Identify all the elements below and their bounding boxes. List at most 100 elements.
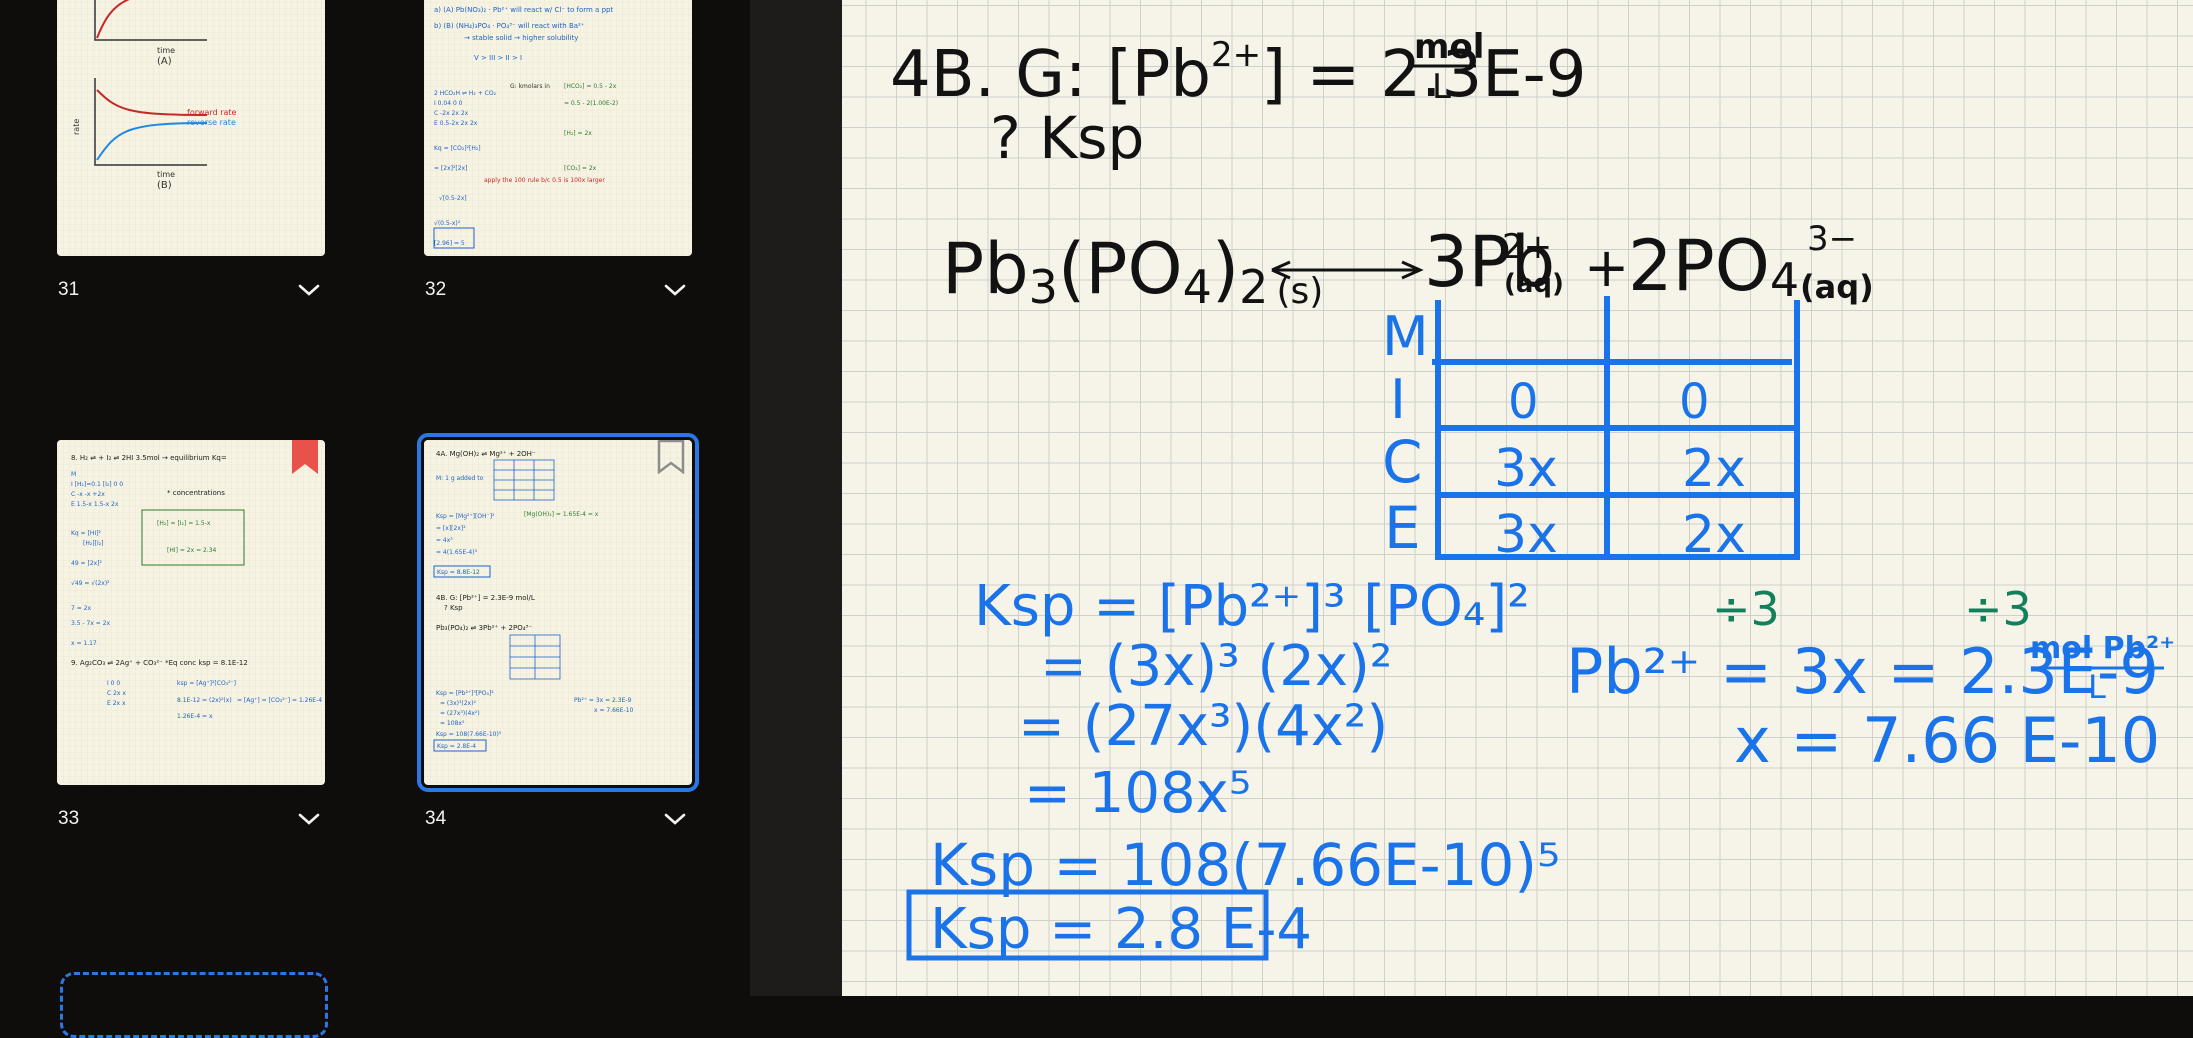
svg-text:E 1.5-x 1.5-x 2x: E 1.5-x 1.5-x 2x [71,501,119,508]
ice-row-label-e: E [1384,494,1421,562]
svg-text:Ksp = 8.8E-12: Ksp = 8.8E-12 [437,569,480,576]
x-value: x = 7.66 E-10 [1734,704,2160,777]
ksp-answer: Ksp = 2.8 E-4 [930,897,1312,962]
page-33-options-chevron-icon[interactable] [296,810,322,828]
thumbnail-31-preview: (ax)(x) time (A) rate forward rate rever… [57,0,325,256]
svg-text:I [H₂]=0.1 [I₂] 0 0: I [H₂]=0.1 [I₂] 0 0 [71,481,123,488]
svg-text:? Ksp: ? Ksp [444,604,463,612]
svg-text:G: kmolars in: G: kmolars in [510,83,550,90]
svg-text:Pb²⁺ = 3x = 2.3E-9: Pb²⁺ = 3x = 2.3E-9 [574,697,632,704]
svg-text:1.26E-4 = x: 1.26E-4 = x [177,713,213,720]
svg-text:E 2x x: E 2x x [107,700,126,707]
svg-text:3.5 - 7x = 2x: 3.5 - 7x = 2x [71,620,111,627]
svg-text:Ksp = [Mg²⁺][OH⁻]²: Ksp = [Mg²⁺][OH⁻]² [436,513,495,520]
page-number-33: 33 [58,808,80,829]
page-thumbnail-32[interactable]: a) (A) Pb(NO₃)₂ · Pb²⁺ will react w/ Cl⁻… [424,0,692,256]
divide-by-three-left: ÷3 [1712,582,1780,636]
ice-e-phosphate: 2x [1682,505,1746,565]
page-number-32: 32 [425,279,447,300]
given-unit-numerator: mol [1414,27,1484,67]
svg-text:* concentrations: * concentrations [167,489,225,497]
ice-i-phosphate: 0 [1679,374,1710,430]
svg-text:= 108x⁵: = 108x⁵ [440,720,465,727]
svg-text:2 HCO₂H ⇌ H₂ + CO₂: 2 HCO₂H ⇌ H₂ + CO₂ [434,90,497,97]
page-31-options-chevron-icon[interactable] [296,281,322,299]
svg-text:4A. Mg(OH)₂ ⇌ Mg²⁺ + 2OH⁻: 4A. Mg(OH)₂ ⇌ Mg²⁺ + 2OH⁻ [436,450,536,458]
svg-text:a) (A) Pb(NO₃)₂ · Pb²⁺ will re: a) (A) Pb(NO₃)₂ · Pb²⁺ will react w/ Cl⁻… [434,6,613,14]
ice-table: M I C E 0 0 3x 2x 3x 2x [1382,296,1800,565]
ksp-expanded: = (27x³)(4x²) [1018,694,1388,759]
thumbnail-34-preview: 4A. Mg(OH)₂ ⇌ Mg²⁺ + 2OH⁻ M: 1 g added t… [424,440,692,785]
product-phosphate-ion: 2PO4 [1628,225,1799,307]
divide-by-three-right: ÷3 [1964,582,2032,636]
unknown-line: ? Ksp [990,104,1144,172]
svg-text:M: M [71,471,76,478]
svg-text:x = 7.66E-10: x = 7.66E-10 [594,707,634,714]
ice-row-label-m: M [1382,305,1429,368]
svg-text:= 4x³: = 4x³ [436,537,453,544]
svg-text:√(0.5-x)²: √(0.5-x)² [434,220,461,227]
page-34-options-chevron-icon[interactable] [662,810,688,828]
svg-text:Ksp = 2.8E-4: Ksp = 2.8E-4 [437,743,476,750]
svg-text:= 0.5 - 2(1.00E-2): = 0.5 - 2(1.00E-2) [564,100,618,107]
lead-ion-state: (aq) [1504,269,1564,299]
svg-text:apply the 100 rule b/c 0.5 is: apply the 100 rule b/c 0.5 is 100x large… [484,177,605,184]
page-thumbnail-31[interactable]: (ax)(x) time (A) rate forward rate rever… [57,0,325,256]
svg-text:= (27x³)(4x²): = (27x³)(4x²) [440,710,480,717]
ksp-numeric: Ksp = 108(7.66E-10)⁵ [930,831,1560,899]
svg-text:forward rate: forward rate [187,108,237,117]
ice-row-label-i: I [1390,368,1406,431]
svg-text:I 0 0: I 0 0 [107,680,120,687]
bookmark-outline-icon-page-34[interactable] [656,439,686,475]
svg-text:= 4(1.65E-4)³: = 4(1.65E-4)³ [436,549,478,556]
thumb31-axis-y: rate [72,119,81,135]
plus-sign: + [1584,236,1629,299]
add-page-placeholder[interactable] [60,972,328,1038]
sidebar-divider [750,0,842,996]
note-page-canvas[interactable]: 4B. G: [Pb2+] = 2.3E-9 mol L ? Ksp Pb3(P… [842,0,2193,996]
thumb31-label-a: (A) [157,56,172,67]
svg-text:E 0.5-2x 2x 2x: E 0.5-2x 2x 2x [434,120,478,127]
svg-text:4B. G: [Pb²⁺] = 2.3E-9 mol/L: 4B. G: [Pb²⁺] = 2.3E-9 mol/L [436,594,535,602]
svg-text:Pb₃(PO₄)₂ ⇌ 3Pb²⁺ + 2PO₄³⁻: Pb₃(PO₄)₂ ⇌ 3Pb²⁺ + 2PO₄³⁻ [436,624,532,632]
bookmark-icon-page-33[interactable] [290,440,320,474]
page-32-options-chevron-icon[interactable] [662,281,688,299]
svg-text:Ksp = [Pb²⁺]³[PO₄]²: Ksp = [Pb²⁺]³[PO₄]² [436,690,494,697]
svg-text:[Mg(OH)₂] = 1.65E-4 = x: [Mg(OH)₂] = 1.65E-4 = x [524,511,599,518]
ice-i-lead: 0 [1508,374,1539,430]
svg-text:√49 = √(2x)²: √49 = √(2x)² [71,580,110,587]
svg-text:time: time [157,170,175,179]
svg-text:Kq = [HI]²: Kq = [HI]² [71,530,102,537]
svg-text:= [2x]²[2x]: = [2x]²[2x] [434,165,467,172]
svg-text:= [x][2x]²: = [x][2x]² [436,525,466,532]
svg-text:Ksp = 108(7.66E-10)⁵: Ksp = 108(7.66E-10)⁵ [436,731,502,738]
ice-row-label-c: C [1382,428,1423,496]
svg-text:→ stable solid → higher solubi: → stable solid → higher solubility [464,34,578,42]
phosphate-ion-state: (aq) [1800,268,1874,306]
svg-text:[H₂][I₂]: [H₂][I₂] [83,540,103,547]
svg-text:reverse rate: reverse rate [187,118,236,127]
svg-text:Kq = [CO₂]²[H₂]: Kq = [CO₂]²[H₂] [434,145,481,152]
svg-text:I 0.04 0 0: I 0.04 0 0 [434,100,463,107]
svg-text:ksp = [Ag⁺]²[CO₃²⁻]: ksp = [Ag⁺]²[CO₃²⁻] [177,680,236,687]
page-number-34: 34 [425,808,447,829]
dissociation-equation: Pb3(PO4)2 (s) [942,228,1323,314]
page-thumbnail-33[interactable]: 8. H₂ ⇌ + I₂ ⇌ 2HI 3.5mol → equilibrium … [57,440,325,785]
thumbnail-32-preview: a) (A) Pb(NO₃)₂ · Pb²⁺ will react w/ Cl⁻… [424,0,692,256]
solve-unit-denominator: L [2088,668,2106,706]
svg-text:C 2x x: C 2x x [107,690,126,697]
svg-text:[HCO₂] = 0.5 - 2x: [HCO₂] = 0.5 - 2x [564,83,617,90]
svg-text:[2.96] = 5: [2.96] = 5 [434,240,465,247]
svg-text:[H₂] = 2x: [H₂] = 2x [564,130,592,137]
ice-c-lead: 3x [1494,439,1558,499]
svg-text:C -x -x +2x: C -x -x +2x [71,491,105,498]
thumb31-axis-x: time [157,46,175,55]
solve-unit-numerator: mol Pb²⁺ [2030,631,2175,666]
ice-e-lead: 3x [1494,505,1558,565]
handwritten-note: 4B. G: [Pb2+] = 2.3E-9 mol L ? Ksp Pb3(P… [890,27,2175,962]
page-thumbnail-sidebar: (ax)(x) time (A) rate forward rate rever… [0,0,750,1038]
phosphate-ion-charge: 3− [1807,219,1857,259]
page-thumbnail-34[interactable]: 4A. Mg(OH)₂ ⇌ Mg²⁺ + 2OH⁻ M: 1 g added t… [417,433,699,792]
ksp-simplified: = 108x⁵ [1024,761,1251,826]
svg-text:C -2x 2x 2x: C -2x 2x 2x [434,110,469,117]
